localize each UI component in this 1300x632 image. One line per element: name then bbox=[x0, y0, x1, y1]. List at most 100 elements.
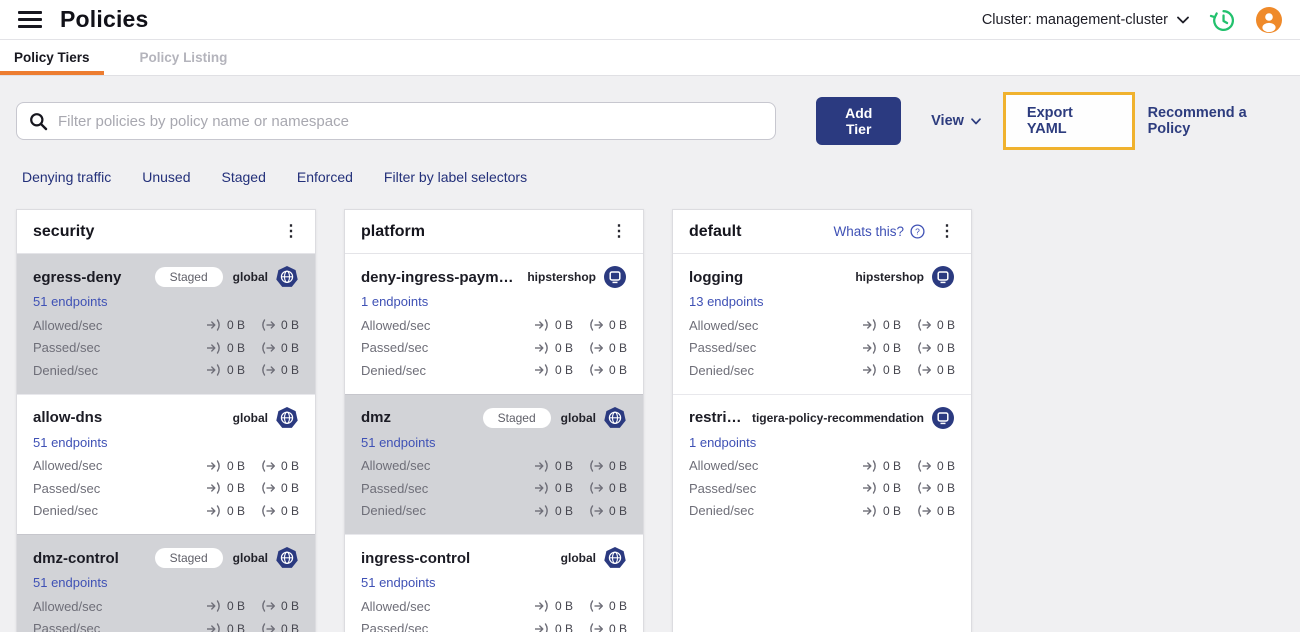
staged-badge: Staged bbox=[154, 548, 223, 568]
stat-row: Denied/sec 0 B 0 B bbox=[361, 500, 627, 523]
endpoints-link[interactable]: 51 endpoints bbox=[361, 575, 627, 590]
ingress-icon bbox=[534, 364, 548, 376]
tier-header: security ⋮ bbox=[17, 210, 315, 254]
stat-row: Passed/sec 0 B 0 B bbox=[689, 337, 955, 360]
ingress-icon bbox=[206, 600, 220, 612]
egress-icon bbox=[262, 600, 275, 612]
search-input[interactable] bbox=[58, 112, 764, 130]
egress-icon bbox=[590, 482, 603, 494]
egress-icon bbox=[590, 342, 603, 354]
endpoints-link[interactable]: 51 endpoints bbox=[361, 435, 627, 450]
stat-ingress-value: 0 B bbox=[226, 458, 245, 473]
global-scope-icon bbox=[275, 406, 299, 430]
endpoints-link[interactable]: 1 endpoints bbox=[689, 435, 955, 450]
view-dropdown-label: View bbox=[931, 113, 964, 129]
stat-egress-value: 0 B bbox=[280, 503, 299, 518]
endpoints-link[interactable]: 51 endpoints bbox=[33, 294, 299, 309]
stat-label: Passed/sec bbox=[361, 340, 429, 356]
export-yaml-button[interactable]: Export YAML bbox=[1027, 105, 1111, 137]
tier-cards: egress-deny Staged global 51 endpoints A… bbox=[17, 254, 315, 632]
stat-row: Denied/sec 0 B 0 B bbox=[33, 359, 299, 382]
filter-by-label-selectors[interactable]: Filter by label selectors bbox=[384, 169, 527, 185]
policy-card[interactable]: deny-ingress-paymentservi… hipstershop 1… bbox=[345, 254, 643, 394]
stat-ingress-value: 0 B bbox=[554, 503, 573, 518]
tier-cards: deny-ingress-paymentservi… hipstershop 1… bbox=[345, 254, 643, 632]
global-scope-icon bbox=[603, 406, 627, 430]
add-tier-button[interactable]: Add Tier bbox=[816, 97, 902, 145]
stat-label: Passed/sec bbox=[33, 340, 101, 356]
filter-denying-traffic[interactable]: Denying traffic bbox=[22, 169, 111, 185]
egress-icon bbox=[918, 319, 931, 331]
filter-staged[interactable]: Staged bbox=[222, 169, 266, 185]
cluster-selector[interactable]: Cluster: management-cluster bbox=[982, 12, 1189, 28]
namespace-scope-icon bbox=[931, 265, 955, 289]
stat-row: Denied/sec 0 B 0 B bbox=[689, 359, 955, 382]
stat-egress-value: 0 B bbox=[936, 503, 955, 518]
whats-this-link[interactable]: Whats this? ? bbox=[833, 224, 925, 239]
stat-row: Allowed/sec 0 B 0 B bbox=[689, 455, 955, 478]
endpoints-link[interactable]: 51 endpoints bbox=[33, 435, 299, 450]
stat-row: Passed/sec 0 B 0 B bbox=[33, 337, 299, 360]
policy-scope-label: hipstershop bbox=[855, 270, 924, 284]
egress-icon bbox=[262, 319, 275, 331]
policy-card[interactable]: logging hipstershop 13 endpoints Allowed… bbox=[673, 254, 971, 394]
filter-enforced[interactable]: Enforced bbox=[297, 169, 353, 185]
global-scope-icon bbox=[603, 546, 627, 570]
stat-egress-value: 0 B bbox=[936, 458, 955, 473]
stat-ingress-value: 0 B bbox=[882, 318, 901, 333]
tab-policy-tiers[interactable]: Policy Tiers bbox=[0, 40, 104, 75]
stat-egress-value: 0 B bbox=[280, 481, 299, 496]
stat-row: Denied/sec 0 B 0 B bbox=[33, 500, 299, 523]
stat-label: Allowed/sec bbox=[689, 458, 759, 474]
stat-row: Passed/sec 0 B 0 B bbox=[33, 477, 299, 500]
stat-row: Denied/sec 0 B 0 B bbox=[361, 359, 627, 382]
stat-ingress-value: 0 B bbox=[554, 318, 573, 333]
endpoints-link[interactable]: 13 endpoints bbox=[689, 294, 955, 309]
stat-label: Denied/sec bbox=[33, 503, 99, 519]
endpoints-link[interactable]: 1 endpoints bbox=[361, 294, 627, 309]
policy-card[interactable]: allow-dns global 51 endpoints Allowed/se… bbox=[17, 393, 315, 535]
tab-policy-listing[interactable]: Policy Listing bbox=[126, 40, 242, 75]
policy-card[interactable]: ingress-control global 51 endpoints Allo… bbox=[345, 534, 643, 632]
policy-scope-label: tigera-policy-recommendation bbox=[751, 410, 924, 425]
policy-card[interactable]: egress-deny Staged global 51 endpoints A… bbox=[17, 254, 315, 394]
tab-policy-listing-label: Policy Listing bbox=[139, 50, 228, 65]
policy-card[interactable]: dmz Staged global 51 endpoints Allowed/s… bbox=[345, 393, 643, 534]
kebab-menu-icon[interactable]: ⋮ bbox=[933, 223, 961, 240]
user-icon bbox=[1262, 12, 1276, 32]
stat-egress-value: 0 B bbox=[280, 340, 299, 355]
chevron-down-icon bbox=[1177, 16, 1189, 23]
ingress-icon bbox=[862, 342, 876, 354]
view-dropdown-button[interactable]: View bbox=[931, 113, 981, 129]
stat-ingress-value: 0 B bbox=[226, 599, 245, 614]
history-icon[interactable] bbox=[1209, 6, 1236, 33]
stat-egress-value: 0 B bbox=[608, 599, 627, 614]
policy-name: restricted bbox=[689, 409, 746, 426]
stat-label: Allowed/sec bbox=[361, 458, 431, 474]
hamburger-menu-icon[interactable] bbox=[18, 11, 42, 28]
tier-cards: logging hipstershop 13 endpoints Allowed… bbox=[673, 254, 971, 534]
stat-egress-value: 0 B bbox=[608, 340, 627, 355]
recommend-policy-button[interactable]: Recommend a Policy bbox=[1148, 105, 1284, 137]
policy-card[interactable]: restricted tigera-policy-recommendation … bbox=[673, 393, 971, 535]
user-avatar[interactable] bbox=[1256, 6, 1282, 33]
filter-unused[interactable]: Unused bbox=[142, 169, 190, 185]
search-icon bbox=[30, 112, 48, 130]
egress-icon bbox=[590, 460, 603, 472]
ingress-icon bbox=[206, 319, 220, 331]
kebab-menu-icon[interactable]: ⋮ bbox=[277, 223, 305, 240]
stat-row: Passed/sec 0 B 0 B bbox=[361, 618, 627, 632]
policy-card[interactable]: dmz-control Staged global 51 endpoints A… bbox=[17, 534, 315, 632]
ingress-icon bbox=[206, 460, 220, 472]
policy-name: egress-deny bbox=[33, 268, 122, 286]
stat-egress-value: 0 B bbox=[280, 621, 299, 632]
endpoints-link[interactable]: 51 endpoints bbox=[33, 575, 299, 590]
egress-icon bbox=[590, 364, 603, 376]
kebab-menu-icon[interactable]: ⋮ bbox=[605, 223, 633, 240]
egress-icon bbox=[590, 600, 603, 612]
stat-label: Passed/sec bbox=[361, 621, 429, 632]
ingress-icon bbox=[534, 505, 548, 517]
stat-label: Allowed/sec bbox=[361, 317, 431, 333]
policy-scope-label: global bbox=[560, 410, 596, 425]
stat-ingress-value: 0 B bbox=[226, 340, 245, 355]
